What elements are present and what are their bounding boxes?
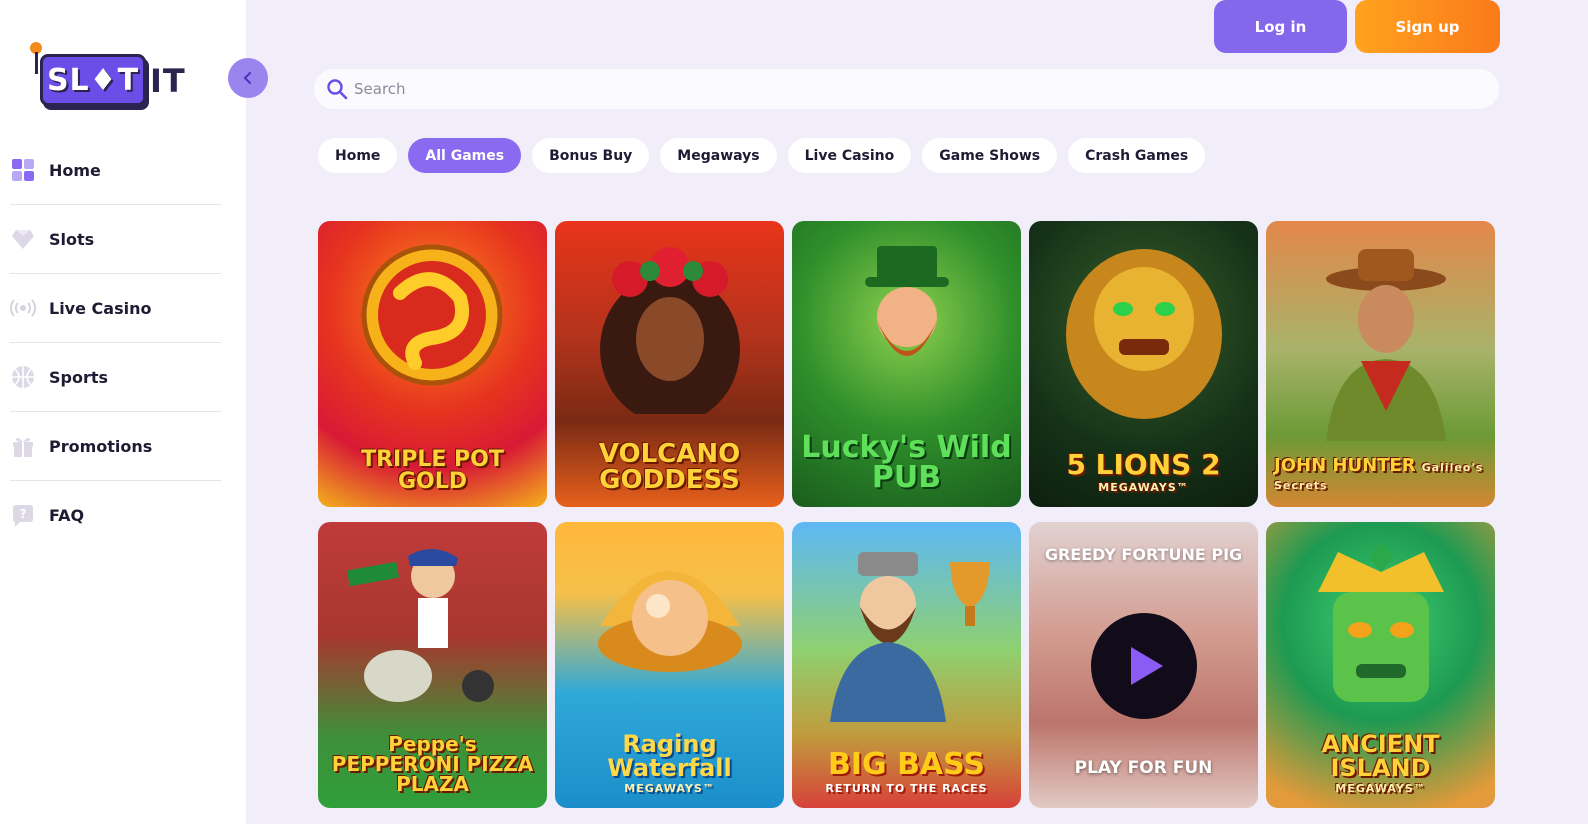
sidebar-item-faq[interactable]: ? FAQ <box>10 481 221 550</box>
ball-icon <box>10 364 36 390</box>
sidebar-item-label: Home <box>49 160 101 180</box>
play-icon <box>1131 647 1163 685</box>
game-card[interactable]: 5 LIONS 2 MEGAWAYS™ <box>1029 221 1258 507</box>
golden-lion-art <box>1066 249 1222 419</box>
logo-box: SL♦T <box>40 54 146 106</box>
game-card[interactable]: VOLCANO GODDESS <box>555 221 784 507</box>
signup-button[interactable]: Sign up <box>1355 0 1500 53</box>
sidebar-item-label: Live Casino <box>49 298 152 318</box>
game-title: GREEDY FORTUNE PIG <box>1044 545 1243 564</box>
game-title: Lucky's Wild PUB <box>801 430 1012 495</box>
diamond-icon <box>10 226 36 252</box>
sidebar-item-sports[interactable]: Sports <box>10 343 221 412</box>
sidebar-item-label: Sports <box>49 367 109 387</box>
tab-home[interactable]: Home <box>318 138 398 173</box>
game-title: BIG BASS RETURN TO THE RACES <box>800 747 1013 795</box>
game-subtitle: MEGAWAYS™ <box>1335 782 1426 795</box>
tab-megaways[interactable]: Megaways <box>660 138 777 173</box>
collapse-sidebar-button[interactable] <box>228 58 268 98</box>
game-card[interactable]: Peppe's PEPPERONI PIZZA PLAZA <box>318 522 547 808</box>
tab-bonus-buy[interactable]: Bonus Buy <box>532 138 650 173</box>
game-title-text: JOHN HUNTER <box>1274 455 1416 476</box>
tab-live-casino[interactable]: Live Casino <box>787 138 912 173</box>
game-subtitle: RETURN TO THE RACES <box>825 782 988 795</box>
tiki-mask-art <box>1318 542 1444 702</box>
game-title-text: Raging Waterfall <box>607 730 732 782</box>
gift-icon <box>10 433 36 459</box>
grid-icon <box>10 157 36 183</box>
slotit-logo[interactable]: SL♦T IT <box>28 42 186 112</box>
sidebar-item-promotions[interactable]: Promotions <box>10 412 221 481</box>
search-input[interactable] <box>354 80 1454 98</box>
sidebar-item-live-casino[interactable]: Live Casino <box>10 274 221 343</box>
goddess-art <box>600 247 740 414</box>
tab-all-games[interactable]: All Games <box>408 138 522 173</box>
game-card[interactable]: Raging Waterfall MEGAWAYS™ <box>555 522 784 808</box>
game-title: Raging Waterfall MEGAWAYS™ <box>563 732 776 794</box>
game-card-play-preview[interactable]: GREEDY FORTUNE PIG PLAY FOR FUN <box>1029 522 1258 808</box>
leprechaun-art <box>865 246 949 356</box>
tab-game-shows[interactable]: Game Shows <box>922 138 1058 173</box>
pearl-shell-art <box>598 571 742 672</box>
game-title-text: 5 LIONS 2 <box>1066 448 1221 481</box>
chevron-left-icon <box>243 72 251 84</box>
sidebar-item-home[interactable]: Home <box>10 136 221 205</box>
play-button[interactable] <box>1091 613 1197 719</box>
broadcast-icon <box>10 295 36 321</box>
game-title: 5 LIONS 2 MEGAWAYS™ <box>1037 448 1250 494</box>
logo-text: SL♦T <box>46 62 140 98</box>
game-card[interactable]: TRIPLE POT GOLD <box>318 221 547 507</box>
game-title: TRIPLE POT GOLD <box>361 447 504 494</box>
explorer-art <box>1326 249 1446 441</box>
game-card[interactable]: Lucky's Wild PUB <box>792 221 1021 507</box>
pizza-scooter-art <box>346 548 494 702</box>
game-title-text: ANCIENT ISLAND <box>1321 730 1440 782</box>
game-title-text: BIG BASS <box>827 747 986 782</box>
search-bar[interactable] <box>314 69 1499 109</box>
logo-tail-text: IT <box>150 62 186 100</box>
svg-text:?: ? <box>20 507 27 521</box>
sidebar-item-label: Slots <box>49 229 95 249</box>
sidebar-item-label: FAQ <box>49 506 85 525</box>
sidebar-nav: Home Slots Live Casino Sports Promotions <box>10 136 221 550</box>
fisherman-trophy-art <box>830 552 990 722</box>
sidebar-item-label: Promotions <box>49 436 153 456</box>
game-subtitle: MEGAWAYS™ <box>624 782 715 795</box>
login-button[interactable]: Log in <box>1214 0 1347 53</box>
game-title: ANCIENT ISLAND MEGAWAYS™ <box>1274 732 1487 794</box>
play-for-fun-label: PLAY FOR FUN <box>1074 758 1213 778</box>
question-icon: ? <box>10 503 36 529</box>
search-icon <box>327 79 348 100</box>
category-tabs: Home All Games Bonus Buy Megaways Live C… <box>318 138 1216 173</box>
game-title: Peppe's PEPPERONI PIZZA PLAZA <box>331 732 534 796</box>
sidebar-item-slots[interactable]: Slots <box>10 205 221 274</box>
dragon-coin-art <box>361 244 503 386</box>
sidebar: SL♦T IT Home Slots Live Casino Sports Pr… <box>0 0 246 824</box>
game-title: JOHN HUNTER Galileo's Secrets <box>1274 457 1487 493</box>
game-card[interactable]: JOHN HUNTER Galileo's Secrets <box>1266 221 1495 507</box>
game-card[interactable]: BIG BASS RETURN TO THE RACES <box>792 522 1021 808</box>
game-subtitle: MEGAWAYS™ <box>1098 481 1189 494</box>
game-title: VOLCANO GODDESS <box>598 439 741 495</box>
game-card[interactable]: ANCIENT ISLAND MEGAWAYS™ <box>1266 522 1495 808</box>
lever-stick <box>35 52 38 74</box>
tab-crash-games[interactable]: Crash Games <box>1068 138 1206 173</box>
